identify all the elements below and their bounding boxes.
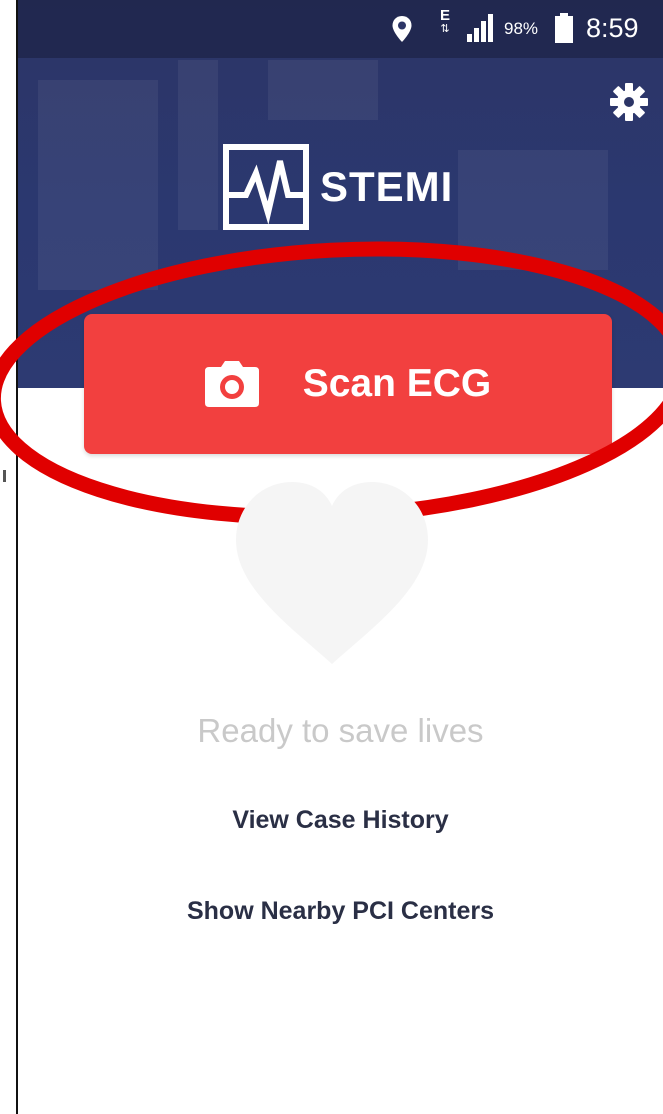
edge-mark (3, 470, 6, 482)
status-time: 8:59 (586, 13, 639, 43)
battery-icon (555, 13, 573, 43)
view-case-history-link[interactable]: View Case History (18, 806, 663, 835)
signal-icon (467, 14, 493, 42)
network-type-label: E (439, 7, 450, 24)
stemi-logo-icon (223, 144, 309, 230)
app-title: STEMI (320, 163, 454, 210)
app-logo: STEMI (222, 142, 453, 232)
battery-percent: 98% (504, 19, 539, 38)
scan-ecg-button[interactable]: Scan ECG (84, 314, 612, 454)
location-pin-icon (392, 16, 412, 42)
nearby-pci-centers-link[interactable]: Show Nearby PCI Centers (18, 897, 663, 926)
gear-icon[interactable] (609, 82, 649, 122)
ready-status-text: Ready to save lives (197, 712, 484, 749)
network-type-icon: E ⇅ (436, 8, 454, 35)
status-bar: E ⇅ 98% 8:59 (18, 0, 663, 58)
heart-icon (236, 482, 428, 664)
camera-icon (204, 361, 259, 407)
scan-ecg-label: Scan ECG (302, 362, 492, 405)
app-screen: E ⇅ 98% 8:59 STEMI Scan ECG Ready to sav… (0, 0, 663, 1114)
